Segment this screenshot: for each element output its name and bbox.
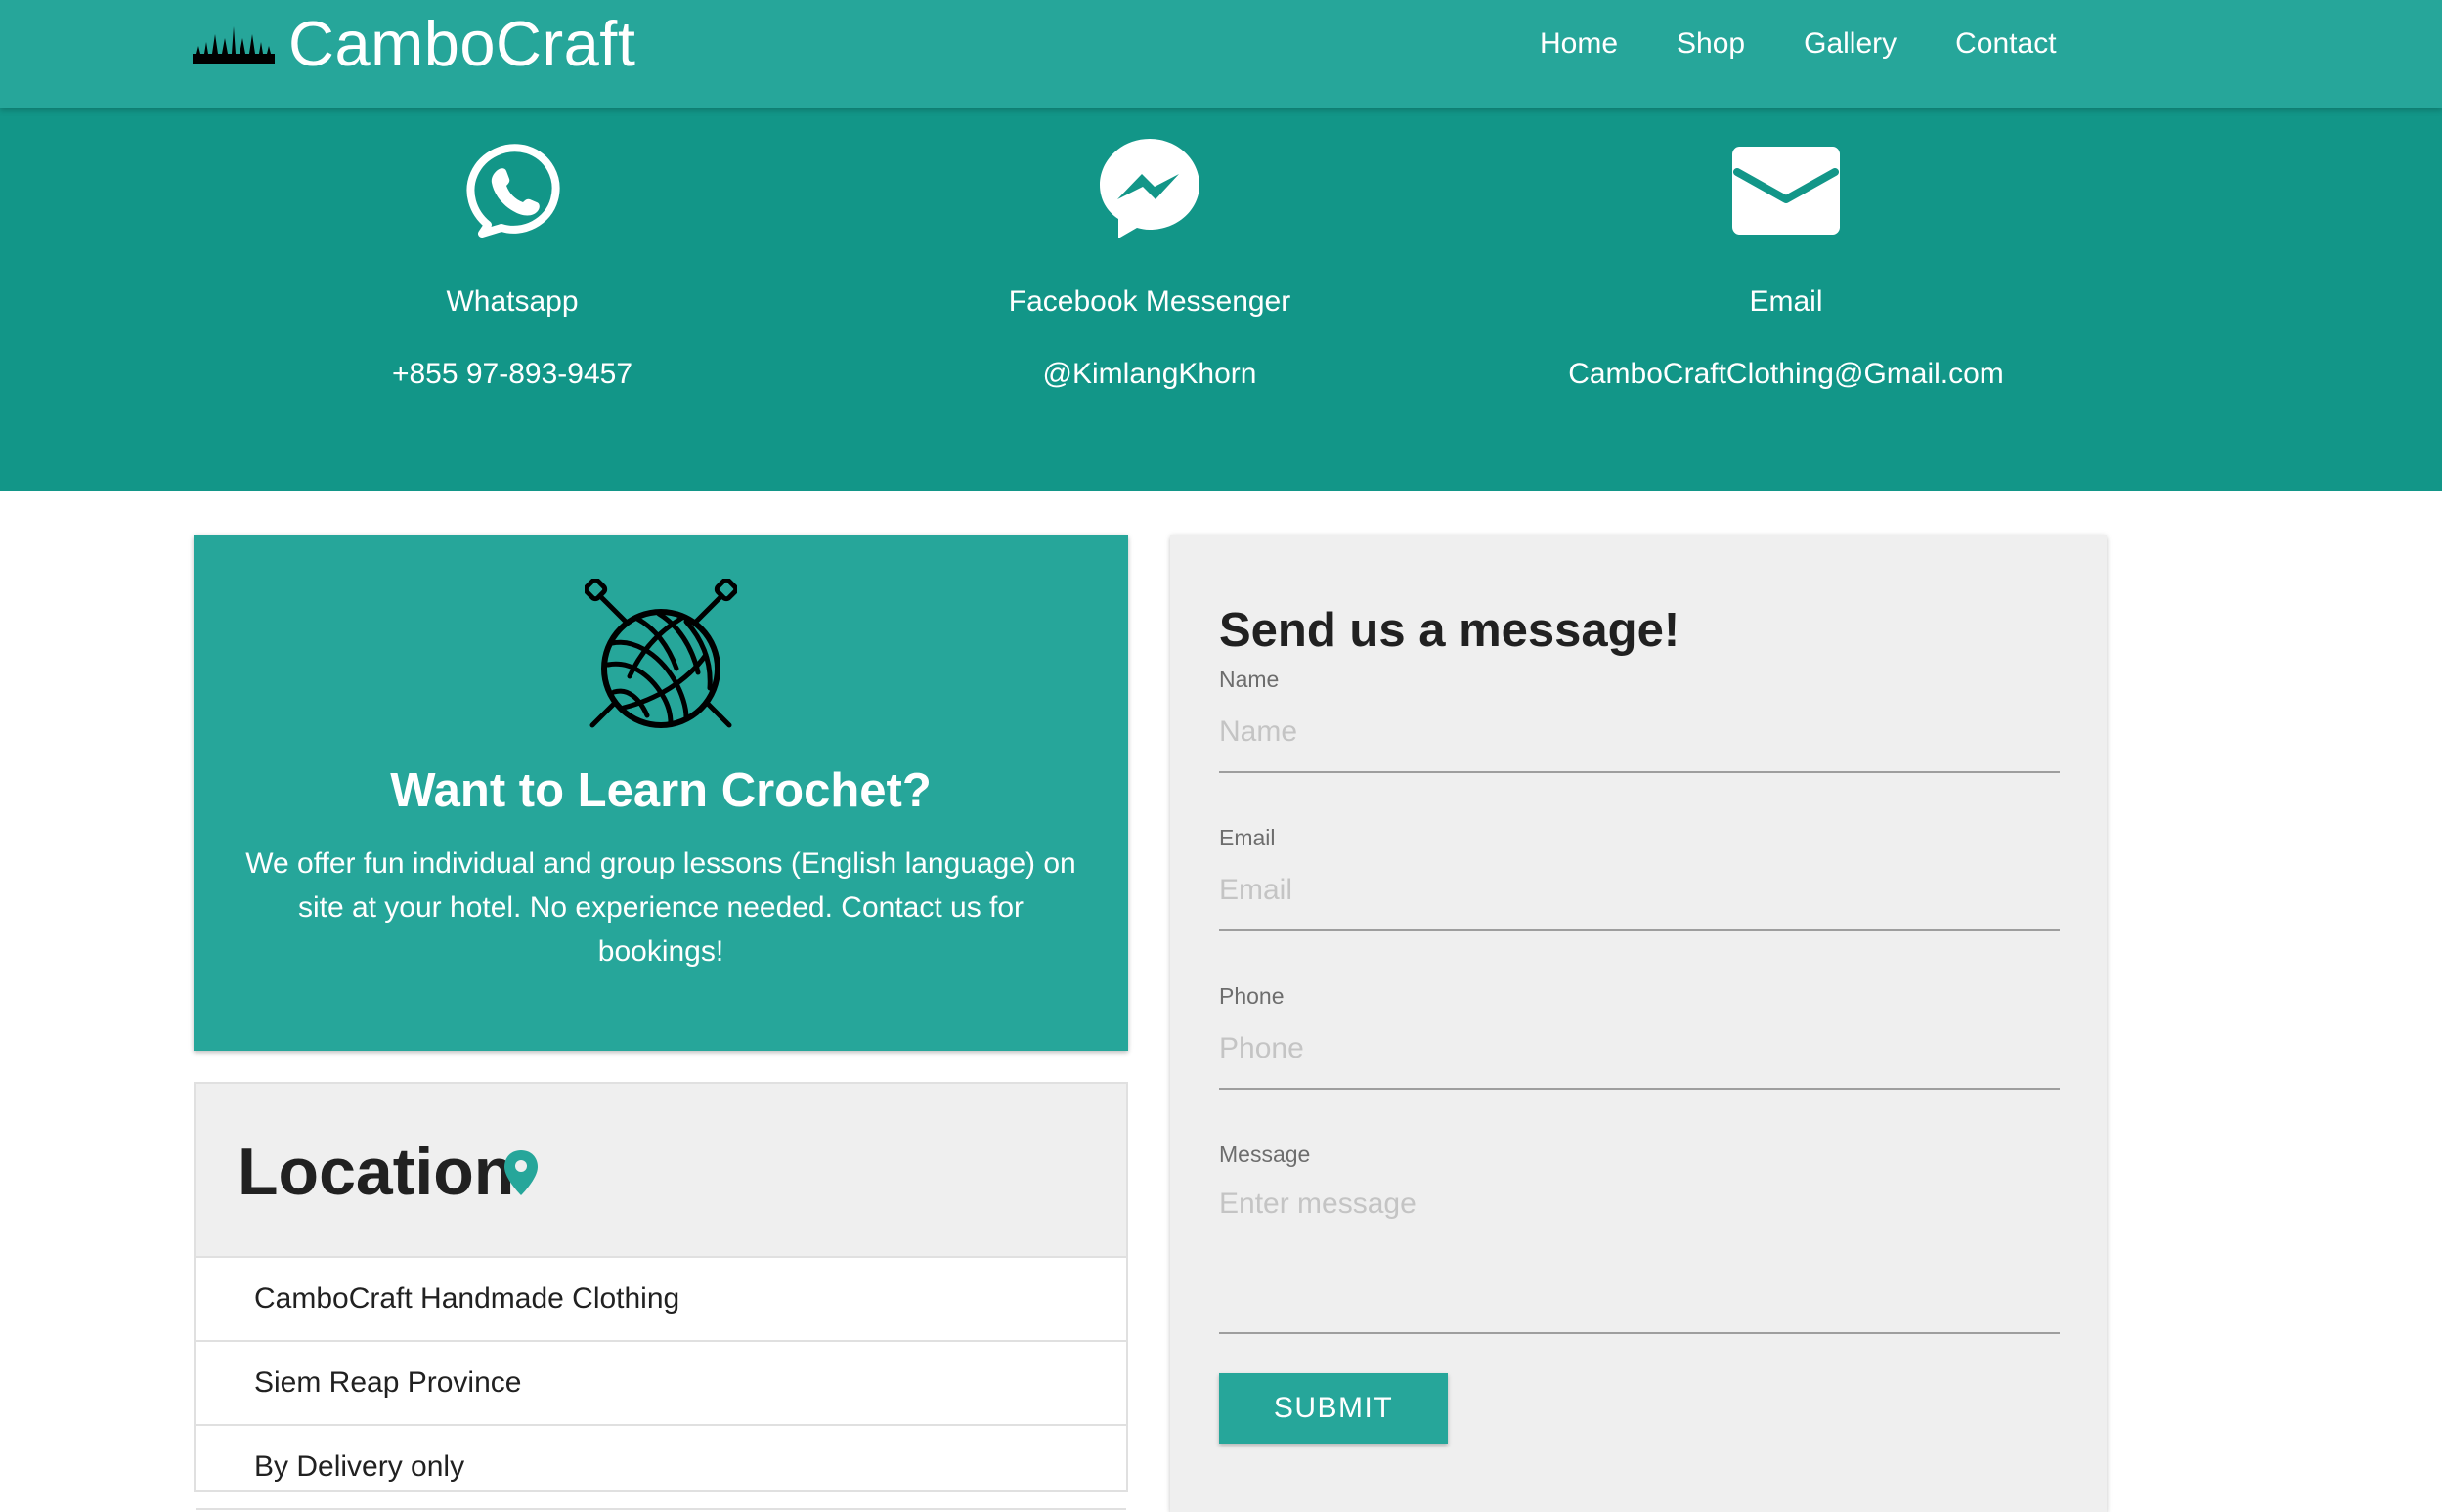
location-item: Siem Reap Province — [196, 1342, 1126, 1426]
location-title: Location — [238, 1133, 514, 1211]
crochet-title: Want to Learn Crochet? — [390, 764, 932, 817]
email-address: CamboCraftClothing@Gmail.com — [1568, 358, 2004, 390]
messenger-handle: @KimlangKhorn — [1042, 358, 1257, 390]
temple-silhouette-icon — [193, 26, 275, 64]
message-label: Message — [1219, 1142, 1311, 1167]
whatsapp-icon[interactable] — [458, 135, 566, 242]
crochet-description: We offer fun individual and group lesson… — [245, 847, 1076, 968]
whatsapp-title: Whatsapp — [446, 285, 579, 318]
location-item: CamboCraft Handmade Clothing — [196, 1258, 1126, 1342]
nav-contact-link[interactable]: Contact — [1955, 27, 2056, 61]
contact-whatsapp: Whatsapp +855 97-893-9457 — [209, 135, 815, 392]
phone-field-group: Phone — [1219, 982, 2060, 1090]
name-input[interactable] — [1219, 693, 2060, 773]
message-field-group: Message — [1219, 1141, 2060, 1334]
phone-input[interactable] — [1219, 1010, 2060, 1090]
name-field-group: Name — [1219, 666, 2060, 773]
form-title: Send us a message! — [1219, 604, 1680, 657]
messenger-title: Facebook Messenger — [1008, 285, 1291, 318]
nav-gallery-link[interactable]: Gallery — [1804, 27, 1897, 61]
message-textarea[interactable] — [1219, 1168, 2060, 1334]
location-card: Location CamboCraft Handmade Clothing Si… — [194, 1082, 1128, 1510]
map-pin-icon — [504, 1150, 538, 1195]
crochet-card: Want to Learn Crochet? We offer fun indi… — [194, 535, 1128, 1051]
nav-links: Home Shop Gallery Contact — [1540, 0, 2057, 88]
email-label: Email — [1219, 825, 1276, 850]
nav-home-link[interactable]: Home — [1540, 27, 1618, 61]
email-field-group: Email — [1219, 824, 2060, 931]
navbar: CamboCraft Home Shop Gallery Contact — [0, 0, 2442, 108]
nav-shop-link[interactable]: Shop — [1677, 27, 1745, 61]
message-form: Send us a message! Name Email Phone Mess… — [1170, 535, 2107, 1512]
brand-name: CamboCraft — [288, 8, 636, 79]
contact-hero: Whatsapp +855 97-893-9457 Facebook Messe… — [0, 108, 2442, 491]
email-title: Email — [1749, 285, 1823, 318]
contact-email: Email CamboCraftClothing@Gmail.com — [1483, 135, 2089, 392]
location-header: Location — [196, 1084, 1126, 1258]
location-item: By Delivery only — [196, 1426, 1126, 1510]
brand-link[interactable]: CamboCraft — [193, 0, 635, 88]
contact-messenger: Facebook Messenger @KimlangKhorn — [847, 135, 1453, 392]
name-label: Name — [1219, 667, 1280, 692]
email-input[interactable] — [1219, 851, 2060, 931]
phone-label: Phone — [1219, 983, 1285, 1009]
submit-button[interactable]: SUBMIT — [1219, 1373, 1448, 1444]
messenger-icon[interactable] — [1096, 135, 1203, 242]
whatsapp-number: +855 97-893-9457 — [391, 358, 633, 390]
envelope-icon[interactable] — [1732, 135, 1840, 242]
location-title-text: Location — [238, 1135, 515, 1209]
yarn-ball-icon — [585, 579, 737, 728]
